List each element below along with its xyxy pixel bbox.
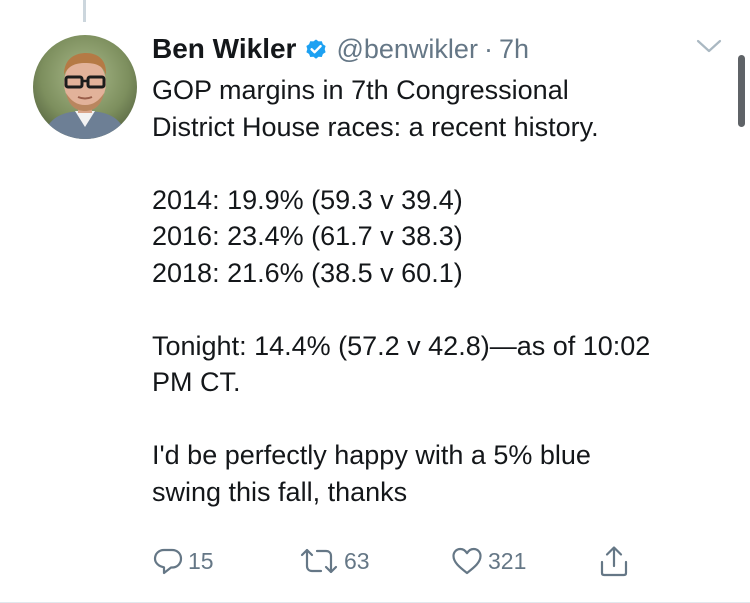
heart-icon [452,547,482,575]
text-line: 2018: 21.6% (38.5 v 60.1) [152,257,463,288]
author-name[interactable]: Ben Wikler [152,33,296,65]
text-line: 2016: 23.4% (61.7 v 38.3) [152,221,463,251]
text-line: 2014: 19.9% (59.3 v 39.4) [152,184,463,215]
thread-connector-line [83,0,86,22]
retweet-button[interactable]: 63 [298,543,370,579]
reply-icon [153,548,183,575]
text-line: Tonight: 14.4% (57.2 v 42.8)—as of 10:02 [152,330,651,361]
tweet-actions: 15 63 321 [152,543,652,579]
tweet-paragraph-intro: GOP margins in 7th Congressional Distric… [152,72,737,145]
text-line: PM CT. [152,367,241,397]
separator-dot: · [483,33,493,64]
scrollbar-thumb[interactable] [738,55,745,127]
reply-button[interactable]: 15 [152,543,214,579]
tweet-header: Ben Wikler @benwikler · 7h [152,28,529,70]
avatar-photo-icon [33,35,137,139]
verified-badge-icon [304,37,328,61]
tweet-timestamp[interactable]: 7h [499,34,529,65]
chevron-down-icon[interactable] [696,38,722,54]
reply-count: 15 [188,547,214,574]
tweet-text: GOP margins in 7th Congressional Distric… [152,72,737,510]
retweet-count: 63 [344,547,370,574]
like-count: 321 [488,547,527,574]
tweet-paragraph-tonight: Tonight: 14.4% (57.2 v 42.8)—as of 10:02… [152,328,737,401]
tweet-paragraph-history: 2014: 19.9% (59.3 v 39.4) 2016: 23.4% (6… [152,182,737,292]
share-button[interactable] [598,543,630,579]
share-icon [600,546,628,577]
author-handle[interactable]: @benwikler [336,34,477,65]
text-line: I'd be perfectly happy with a 5% blue [152,440,591,470]
text-line: GOP margins in 7th Congressional [152,75,569,105]
author-avatar[interactable] [33,35,137,139]
text-line: District House races: a recent history. [152,111,599,142]
text-line: swing this fall, thanks [152,476,408,507]
like-button[interactable]: 321 [450,543,526,579]
retweet-icon [300,548,338,574]
tweet-paragraph-closing: I'd be perfectly happy with a 5% blue sw… [152,437,737,510]
